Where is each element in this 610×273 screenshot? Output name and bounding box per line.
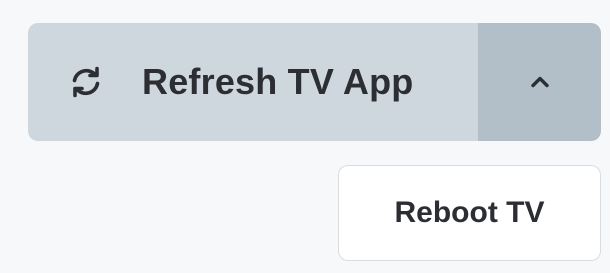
dropdown-menu: Reboot TV bbox=[338, 165, 601, 261]
refresh-tv-app-button[interactable]: Refresh TV App bbox=[28, 23, 478, 141]
dropdown-toggle-button[interactable] bbox=[478, 23, 601, 141]
chevron-up-icon bbox=[530, 76, 549, 88]
refresh-tv-app-label: Refresh TV App bbox=[142, 61, 414, 102]
refresh-icon bbox=[66, 62, 106, 102]
reboot-tv-menu-item[interactable]: Reboot TV bbox=[395, 196, 545, 230]
refresh-split-button: Refresh TV App bbox=[28, 23, 601, 141]
